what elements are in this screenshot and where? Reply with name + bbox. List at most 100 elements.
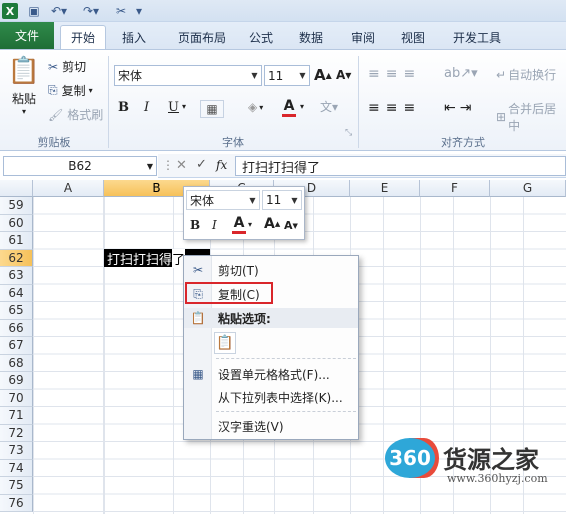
format-painter-button[interactable]: 🖌 格式刷	[48, 106, 103, 123]
chevron-down-icon[interactable]: ▼	[246, 191, 259, 210]
mini-font-color-button[interactable]: A	[232, 215, 246, 234]
mini-italic-button[interactable]: I	[212, 218, 217, 232]
dialog-launcher-icon[interactable]: ⤡	[345, 128, 352, 138]
tab-data[interactable]: 数据	[290, 25, 332, 49]
row-header[interactable]: 60	[0, 214, 33, 232]
paste-options-header: 📋 粘贴选项:	[184, 308, 358, 328]
row-header[interactable]: 65	[0, 302, 33, 320]
menu-item-label: 汉字重选(V)	[218, 419, 284, 434]
tab-formulas[interactable]: 公式	[240, 25, 282, 49]
chevron-down-icon[interactable]: ▼	[248, 66, 261, 85]
font-color-button[interactable]: A	[282, 98, 296, 117]
column-header[interactable]: G	[490, 180, 566, 197]
row-header[interactable]: 63	[0, 267, 33, 285]
wrap-text-button[interactable]: ↵ 自动换行	[496, 66, 556, 83]
chevron-down-icon[interactable]: ▼	[147, 162, 153, 171]
tab-insert[interactable]: 插入	[112, 25, 156, 49]
mini-font-name-combo[interactable]: 宋体 ▼	[186, 190, 260, 210]
row-header[interactable]: 70	[0, 389, 33, 407]
color-swatch	[232, 231, 246, 234]
row-header[interactable]: 62	[0, 249, 33, 267]
row-header[interactable]: 75	[0, 477, 33, 495]
row-header[interactable]: 73	[0, 442, 33, 460]
bold-button[interactable]: B	[118, 100, 129, 115]
row-header[interactable]: 59	[0, 197, 33, 215]
paste-icon: 📋	[190, 311, 206, 325]
align-left-icon: ≡	[368, 100, 386, 116]
grow-font-button[interactable]: A ▲	[314, 66, 332, 84]
save-icon[interactable]: ▣	[26, 3, 42, 19]
underline-button[interactable]: U	[168, 100, 179, 115]
chevron-down-icon[interactable]: ▼	[288, 191, 301, 210]
align-bottom-icon: ≡	[403, 66, 422, 82]
borders-button[interactable]: ▦	[200, 100, 224, 118]
menu-item-pick-from-list[interactable]: 从下拉列表中选择(K)...	[184, 387, 358, 407]
indent-buttons[interactable]: ⇤ ⇥	[444, 100, 475, 116]
font-name-combo[interactable]: 宋体 ▼	[114, 65, 262, 86]
undo-icon[interactable]: ↶▾	[48, 3, 70, 19]
tab-home[interactable]: 开始	[60, 25, 106, 49]
name-box[interactable]: B62 ▼	[3, 156, 157, 176]
paste-option-button[interactable]: 📋	[214, 332, 236, 354]
italic-button[interactable]: I	[144, 100, 149, 115]
chevron-down-icon[interactable]: ▾	[300, 102, 304, 111]
row-header[interactable]: 61	[0, 232, 33, 250]
mini-bold-button[interactable]: B	[190, 218, 200, 232]
insert-function-icon[interactable]: fx	[216, 158, 227, 172]
row-header[interactable]: 71	[0, 407, 33, 425]
row-header[interactable]: 67	[0, 337, 33, 355]
customize-qat-icon[interactable]: ▾	[134, 3, 144, 19]
chevron-down-icon[interactable]: ▾	[248, 220, 252, 229]
paste-icon: 📋	[7, 56, 41, 86]
tools-icon[interactable]: ✂	[112, 3, 130, 19]
tab-developer[interactable]: 开发工具	[444, 25, 510, 49]
row-header[interactable]: 66	[0, 319, 33, 337]
tab-file[interactable]: 文件	[0, 22, 54, 49]
wrap-icon: ↵	[496, 67, 507, 82]
alignment-group-label: 对齐方式	[441, 136, 485, 149]
row-header[interactable]: 72	[0, 424, 33, 442]
row-header[interactable]: 68	[0, 354, 33, 372]
copy-button[interactable]: ⎘ 复制 ▾	[48, 82, 93, 99]
formula-input[interactable]: 打扫打扫得了	[235, 156, 566, 176]
column-header[interactable]: A	[33, 180, 104, 197]
phonetic-button[interactable]: 文▾	[320, 98, 338, 115]
fill-color-button[interactable]: ◈ ▾	[248, 100, 263, 114]
enter-icon[interactable]: ✓	[196, 157, 207, 172]
chevron-down-icon[interactable]: ▼	[296, 66, 309, 85]
cut-button[interactable]: ✂ 剪切	[48, 58, 86, 75]
font-size-combo[interactable]: 11 ▼	[264, 65, 310, 86]
column-header[interactable]: F	[420, 180, 490, 197]
grow-font-icon: A	[314, 66, 326, 84]
redo-icon[interactable]: ↷▾	[80, 3, 102, 19]
orientation-button[interactable]: ab↗▾	[444, 66, 478, 81]
menu-item-format-cells[interactable]: ▦ 设置单元格格式(F)...	[184, 364, 358, 384]
menu-item-cut[interactable]: ✂ 剪切(T)	[184, 260, 358, 280]
row-header[interactable]: 69	[0, 372, 33, 390]
tab-review[interactable]: 审阅	[342, 25, 384, 49]
align-right-icon: ≡	[403, 100, 422, 116]
mini-font-size-combo[interactable]: 11 ▼	[262, 190, 302, 210]
mini-shrink-font-button[interactable]: A ▼	[284, 219, 298, 232]
group-divider	[108, 56, 109, 148]
merge-center-button[interactable]: ⊞ 合并后居中	[496, 100, 566, 134]
wrap-text-label: 自动换行	[508, 68, 557, 82]
vertical-align-buttons[interactable]: ≡ ≡ ≡	[368, 66, 421, 82]
select-all-corner[interactable]	[0, 180, 33, 197]
mini-shrink-icon: A	[284, 219, 293, 232]
horizontal-align-buttons[interactable]: ≡ ≡ ≡	[368, 100, 421, 116]
tab-page-layout[interactable]: 页面布局	[164, 25, 240, 49]
menu-item-hanzi-reselect[interactable]: 汉字重选(V)	[184, 416, 358, 436]
shrink-font-button[interactable]: A ▼	[336, 68, 351, 82]
row-header[interactable]: 74	[0, 459, 33, 477]
column-header[interactable]: E	[350, 180, 420, 197]
tab-view[interactable]: 视图	[392, 25, 434, 49]
row-header[interactable]: 76	[0, 494, 33, 512]
formula-content: 打扫打扫得了	[242, 160, 321, 176]
clipboard-group-label: 剪贴板	[37, 136, 71, 149]
row-header[interactable]: 64	[0, 284, 33, 302]
mini-grow-font-button[interactable]: A ▲	[264, 216, 280, 232]
chevron-down-icon[interactable]: ▾	[182, 102, 186, 111]
cancel-icon[interactable]: ✕	[176, 158, 187, 173]
paste-button[interactable]: 📋 粘贴 ▾	[6, 56, 42, 132]
